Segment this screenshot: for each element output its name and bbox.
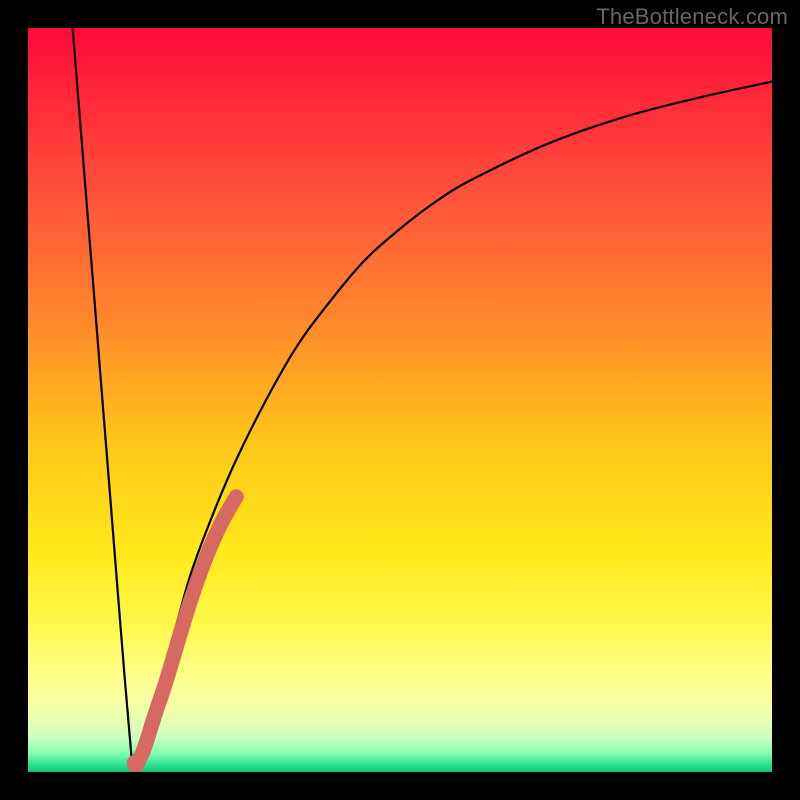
plot-area — [28, 28, 772, 772]
chart-frame: TheBottleneck.com — [0, 0, 800, 800]
bottleneck-chart — [28, 28, 772, 772]
gradient-background — [28, 28, 772, 772]
watermark-text: TheBottleneck.com — [596, 4, 788, 30]
